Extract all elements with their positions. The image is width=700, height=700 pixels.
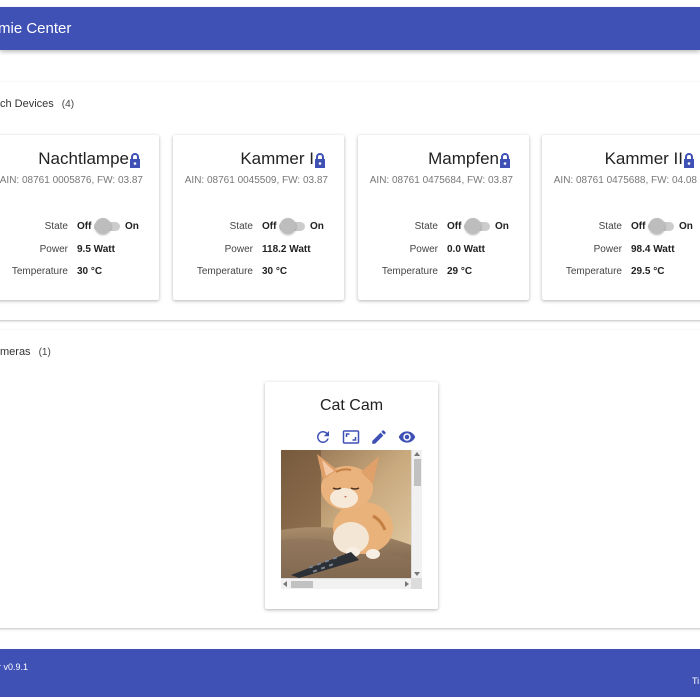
device-ain: AIN: 08761 0045509, FW: 03.87 xyxy=(184,175,328,186)
scroll-right-icon[interactable] xyxy=(405,581,409,587)
toggle-off-label: Off xyxy=(77,221,92,232)
toggle-off-label: Off xyxy=(631,221,646,232)
toggle-on-label: On xyxy=(495,221,509,232)
state-label: State xyxy=(44,221,68,232)
temperature-value: 30 °C xyxy=(77,266,103,277)
horizontal-scrollbar[interactable] xyxy=(281,578,411,589)
vertical-scrollbar[interactable] xyxy=(411,450,422,578)
section-count: (1) xyxy=(38,347,51,358)
switch-devices-header: ch Devices (4) xyxy=(0,98,74,110)
section-count: (4) xyxy=(61,99,75,110)
power-label: Power xyxy=(593,244,622,255)
state-toggle[interactable]: Off On xyxy=(447,217,527,235)
scrollbar-thumb[interactable] xyxy=(414,459,421,486)
toggle-off-label: Off xyxy=(262,221,277,232)
power-label: Power xyxy=(39,244,68,255)
visibility-icon[interactable] xyxy=(398,428,416,446)
device-ain: AIN: 08761 0005876, FW: 03.87 xyxy=(0,175,143,186)
device-ain: AIN: 08761 0475684, FW: 03.87 xyxy=(369,175,513,186)
toggle-on-label: On xyxy=(310,221,324,232)
device-name: Nachtlampe xyxy=(38,149,129,168)
refresh-icon[interactable] xyxy=(314,428,332,446)
toggle-thumb[interactable] xyxy=(95,218,111,234)
device-card: Nachtlampe AIN: 08761 0005876, FW: 03.87… xyxy=(0,135,159,300)
scrollbar-corner xyxy=(411,578,422,589)
section-title: meras xyxy=(0,346,31,358)
camera-view[interactable] xyxy=(281,450,422,589)
device-card: Mampfen AIN: 08761 0475684, FW: 03.87 St… xyxy=(358,135,529,300)
device-card: Kammer II AIN: 08761 0475688, FW: 04.08 … xyxy=(542,135,700,300)
temperature-label: Temperature xyxy=(11,266,68,277)
power-label: Power xyxy=(224,244,253,255)
fullscreen-icon[interactable] xyxy=(342,428,360,446)
device-ain: AIN: 08761 0475688, FW: 04.08 xyxy=(553,175,697,186)
temperature-label: Temperature xyxy=(196,266,253,277)
temperature-label: Temperature xyxy=(381,266,438,277)
device-name: Kammer I xyxy=(240,149,314,168)
power-value: 118.2 Watt xyxy=(262,244,311,255)
toggle-off-label: Off xyxy=(447,221,462,232)
footer-right-text: Ti xyxy=(692,676,700,686)
camera-card: Cat Cam xyxy=(265,382,438,609)
power-value: 98.4 Watt xyxy=(631,244,675,255)
toggle-thumb[interactable] xyxy=(465,218,481,234)
toggle-on-label: On xyxy=(679,221,693,232)
temperature-value: 29.5 °C xyxy=(631,266,665,277)
app-bar: mie Center xyxy=(0,7,700,50)
lock-icon[interactable] xyxy=(498,152,512,168)
toggle-on-label: On xyxy=(125,221,139,232)
device-name: Mampfen xyxy=(428,149,499,168)
temperature-value: 30 °C xyxy=(262,266,288,277)
scroll-up-icon[interactable] xyxy=(414,452,420,456)
cameras-header: meras (1) xyxy=(0,346,51,358)
toggle-thumb[interactable] xyxy=(649,218,665,234)
footer: r v0.9.1 Ti xyxy=(0,649,700,697)
lock-icon[interactable] xyxy=(128,152,142,168)
power-label: Power xyxy=(409,244,438,255)
lock-icon[interactable] xyxy=(313,152,327,168)
state-toggle[interactable]: Off On xyxy=(77,217,157,235)
edit-icon[interactable] xyxy=(370,428,388,446)
device-name: Kammer II xyxy=(604,149,683,168)
scrollbar-thumb[interactable] xyxy=(291,581,313,588)
power-value: 9.5 Watt xyxy=(77,244,115,255)
section-title: ch Devices xyxy=(0,98,54,110)
scroll-left-icon[interactable] xyxy=(283,581,287,587)
state-label: State xyxy=(229,221,253,232)
device-card: Kammer I AIN: 08761 0045509, FW: 03.87 S… xyxy=(173,135,344,300)
lock-icon[interactable] xyxy=(682,152,696,168)
temperature-label: Temperature xyxy=(565,266,622,277)
temperature-value: 29 °C xyxy=(447,266,473,277)
camera-image xyxy=(281,450,411,578)
toggle-thumb[interactable] xyxy=(280,218,296,234)
camera-name: Cat Cam xyxy=(319,397,384,414)
power-value: 0.0 Watt xyxy=(447,244,485,255)
state-label: State xyxy=(598,221,622,232)
state-label: State xyxy=(414,221,438,232)
app-title: mie Center xyxy=(0,20,72,37)
scroll-down-icon[interactable] xyxy=(414,572,420,576)
state-toggle[interactable]: Off On xyxy=(262,217,342,235)
footer-version: r v0.9.1 xyxy=(0,662,29,672)
state-toggle[interactable]: Off On xyxy=(631,217,700,235)
